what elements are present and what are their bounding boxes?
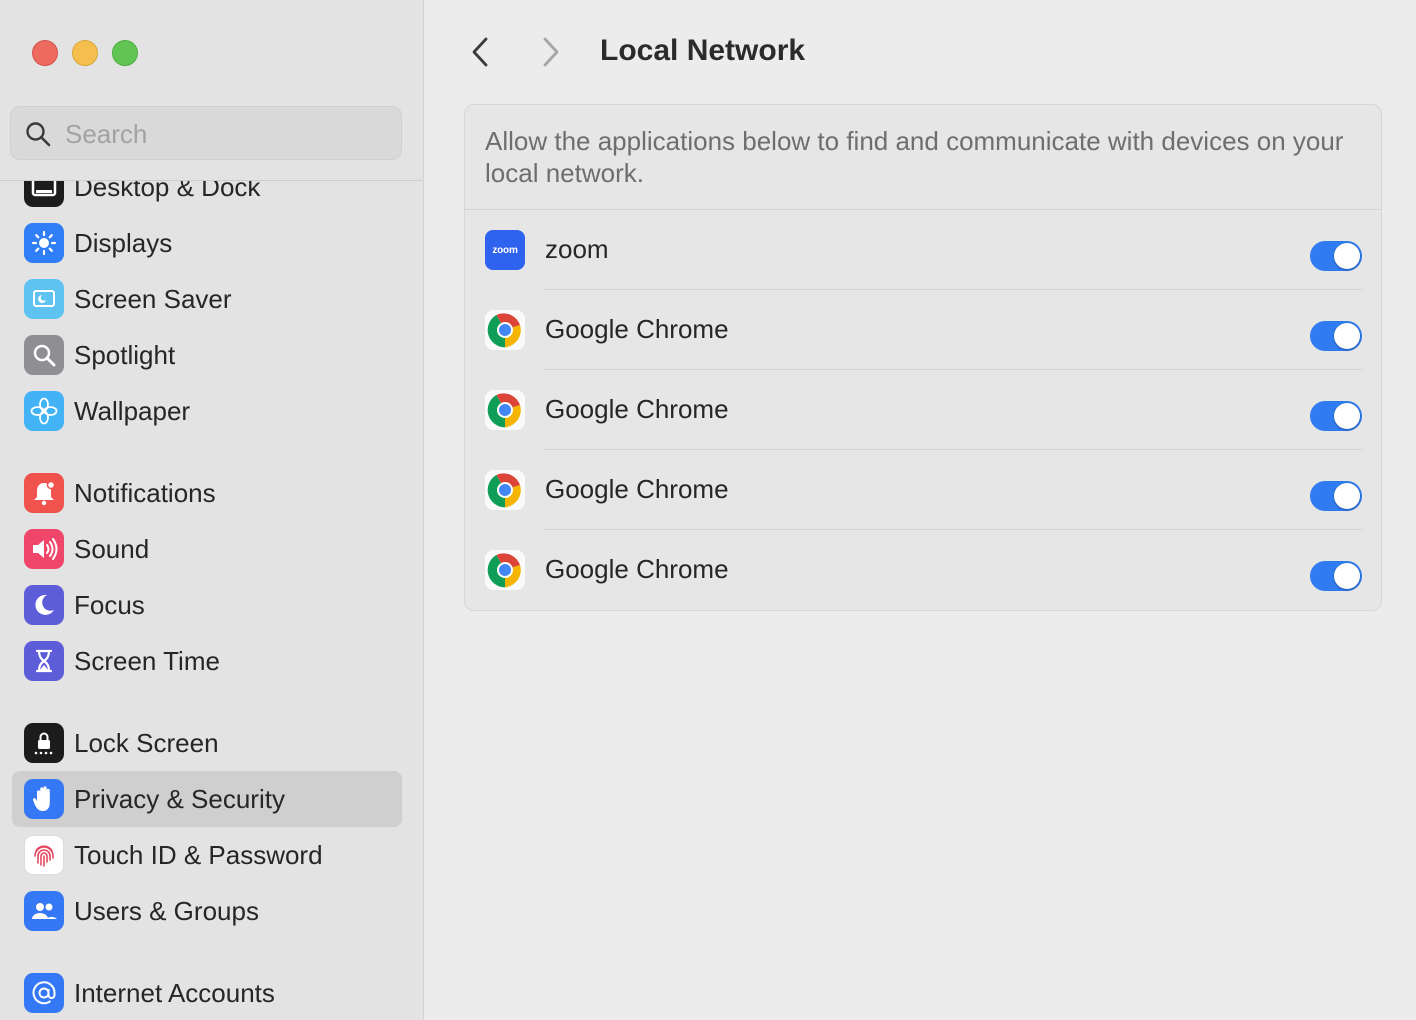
search-input[interactable] [63,115,397,153]
sidebar-item-label: Spotlight [74,340,176,370]
lock-screen-icon [24,723,64,763]
app-row-chrome: Google Chrome [465,290,1381,370]
chrome-icon [485,470,525,510]
app-name: zoom [545,234,609,264]
sidebar-item-focus[interactable]: Focus [12,577,402,633]
sidebar-item-screen-saver[interactable]: Screen Saver [12,271,402,327]
focus-icon [24,585,64,625]
sidebar-item-label: Notifications [74,478,216,508]
desktop-dock-icon [24,181,64,207]
sidebar-item-wallpaper[interactable]: Wallpaper [12,383,402,439]
sidebar-item-lock-screen[interactable]: Lock Screen [12,715,402,771]
main-content: Local Network Allow the applications bel… [424,0,1416,1020]
sidebar-item-screen-time[interactable]: Screen Time [12,633,402,689]
app-toggle[interactable] [1310,401,1362,431]
screen-time-icon [24,641,64,681]
fingerprint-icon [24,835,64,875]
notifications-icon [24,473,64,513]
spotlight-icon [24,335,64,375]
app-name: Google Chrome [545,474,729,504]
privacy-hand-icon [24,779,64,819]
zoom-icon: zoom [485,230,525,270]
toggle-knob [1334,323,1360,349]
users-icon [24,891,64,931]
sidebar-item-label: Touch ID & Password [74,840,323,870]
minimize-window-button[interactable] [72,40,98,66]
app-name: Google Chrome [545,394,729,424]
sidebar-item-spotlight[interactable]: Spotlight [12,327,402,383]
sidebar-item-label: Lock Screen [74,728,219,758]
wallpaper-icon [24,391,64,431]
app-toggle[interactable] [1310,321,1362,351]
chevron-right-icon [543,37,559,67]
app-row-chrome: Google Chrome [465,450,1381,530]
toggle-knob [1334,243,1360,269]
sidebar-item-internet-accounts[interactable]: Internet Accounts [12,965,402,1020]
sidebar-item-label: Sound [74,534,150,564]
sidebar-item-label: Displays [74,228,173,258]
search-icon [26,122,51,147]
chevron-left-icon [472,37,488,67]
sidebar-item-label: Wallpaper [74,396,191,426]
app-name: Google Chrome [545,314,729,344]
sidebar-item-label: Screen Time [74,646,220,676]
sound-icon [24,529,64,569]
zoom-window-button[interactable] [112,40,138,66]
chrome-icon [485,390,525,430]
sidebar-item-label: Desktop & Dock [74,181,261,202]
system-settings-window: Desktop & Dock Displays Screen Saver [0,0,1416,1020]
app-row-chrome: Google Chrome [465,370,1381,450]
sidebar-item-label: Privacy & Security [74,784,285,814]
forward-button[interactable] [531,30,571,74]
close-window-button[interactable] [32,40,58,66]
panel-description: Allow the applications below to find and… [485,126,1344,188]
sidebar-item-displays[interactable]: Displays [12,215,402,271]
sidebar-item-label: Screen Saver [74,284,232,314]
chrome-icon [485,550,525,590]
at-sign-icon [24,973,64,1013]
sidebar-item-desktop-dock[interactable]: Desktop & Dock [12,181,402,215]
local-network-panel: Allow the applications below to find and… [464,104,1382,611]
app-toggle[interactable] [1310,561,1362,591]
app-row-zoom: zoom zoom [465,210,1381,290]
sidebar-item-sound[interactable]: Sound [12,521,402,577]
page-title: Local Network [600,34,806,67]
app-name: Google Chrome [545,554,729,584]
toggle-knob [1334,403,1360,429]
sidebar-item-label: Focus [74,590,145,620]
sidebar-item-label: Internet Accounts [74,978,275,1008]
search-field[interactable] [10,106,402,160]
app-row-chrome: Google Chrome [465,530,1381,610]
back-button[interactable] [460,30,500,74]
sidebar-item-privacy-security[interactable]: Privacy & Security [12,771,402,827]
chrome-icon [485,310,525,350]
toggle-knob [1334,563,1360,589]
toggle-knob [1334,483,1360,509]
sidebar-item-label: Users & Groups [74,896,259,926]
sidebar-item-touch-id-password[interactable]: Touch ID & Password [12,827,402,883]
app-toggle[interactable] [1310,241,1362,271]
sidebar-item-notifications[interactable]: Notifications [12,465,402,521]
displays-icon [24,223,64,263]
screen-saver-icon [24,279,64,319]
sidebar: Desktop & Dock Displays Screen Saver [0,0,424,1020]
app-toggle[interactable] [1310,481,1362,511]
sidebar-list: Desktop & Dock Displays Screen Saver Spo… [0,181,422,1020]
sidebar-item-users-groups[interactable]: Users & Groups [12,883,402,939]
